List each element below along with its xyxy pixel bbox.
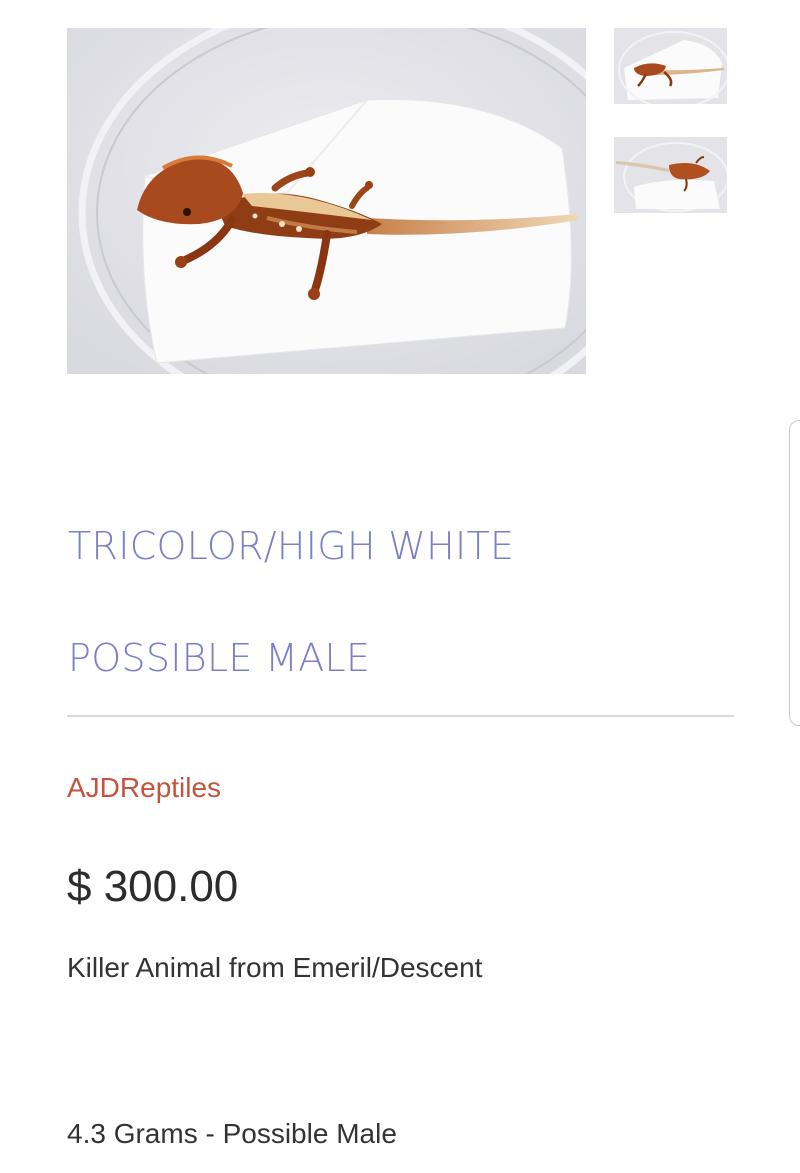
- thumbnail-1[interactable]: [614, 28, 727, 104]
- thumbnail-2[interactable]: [614, 137, 727, 213]
- product-price: $ 300.00: [67, 862, 239, 911]
- scrollbar-handle[interactable]: [789, 420, 800, 726]
- product-title-line-2: POSSIBLE MALE: [68, 636, 371, 680]
- product-weight-note: 4.3 Grams - Possible Male: [67, 1118, 397, 1149]
- gecko-thumbnail-1: [614, 28, 727, 104]
- divider: [67, 715, 734, 717]
- main-product-image[interactable]: [67, 28, 586, 374]
- gecko-thumbnail-2: [614, 137, 727, 213]
- vendor-link[interactable]: AJDReptiles: [67, 772, 221, 804]
- product-description: Killer Animal from Emeril/Descent: [67, 952, 483, 983]
- product-title-line-1: TRICOLOR/HIGH WHITE: [68, 524, 515, 568]
- gecko-photo: [67, 28, 586, 374]
